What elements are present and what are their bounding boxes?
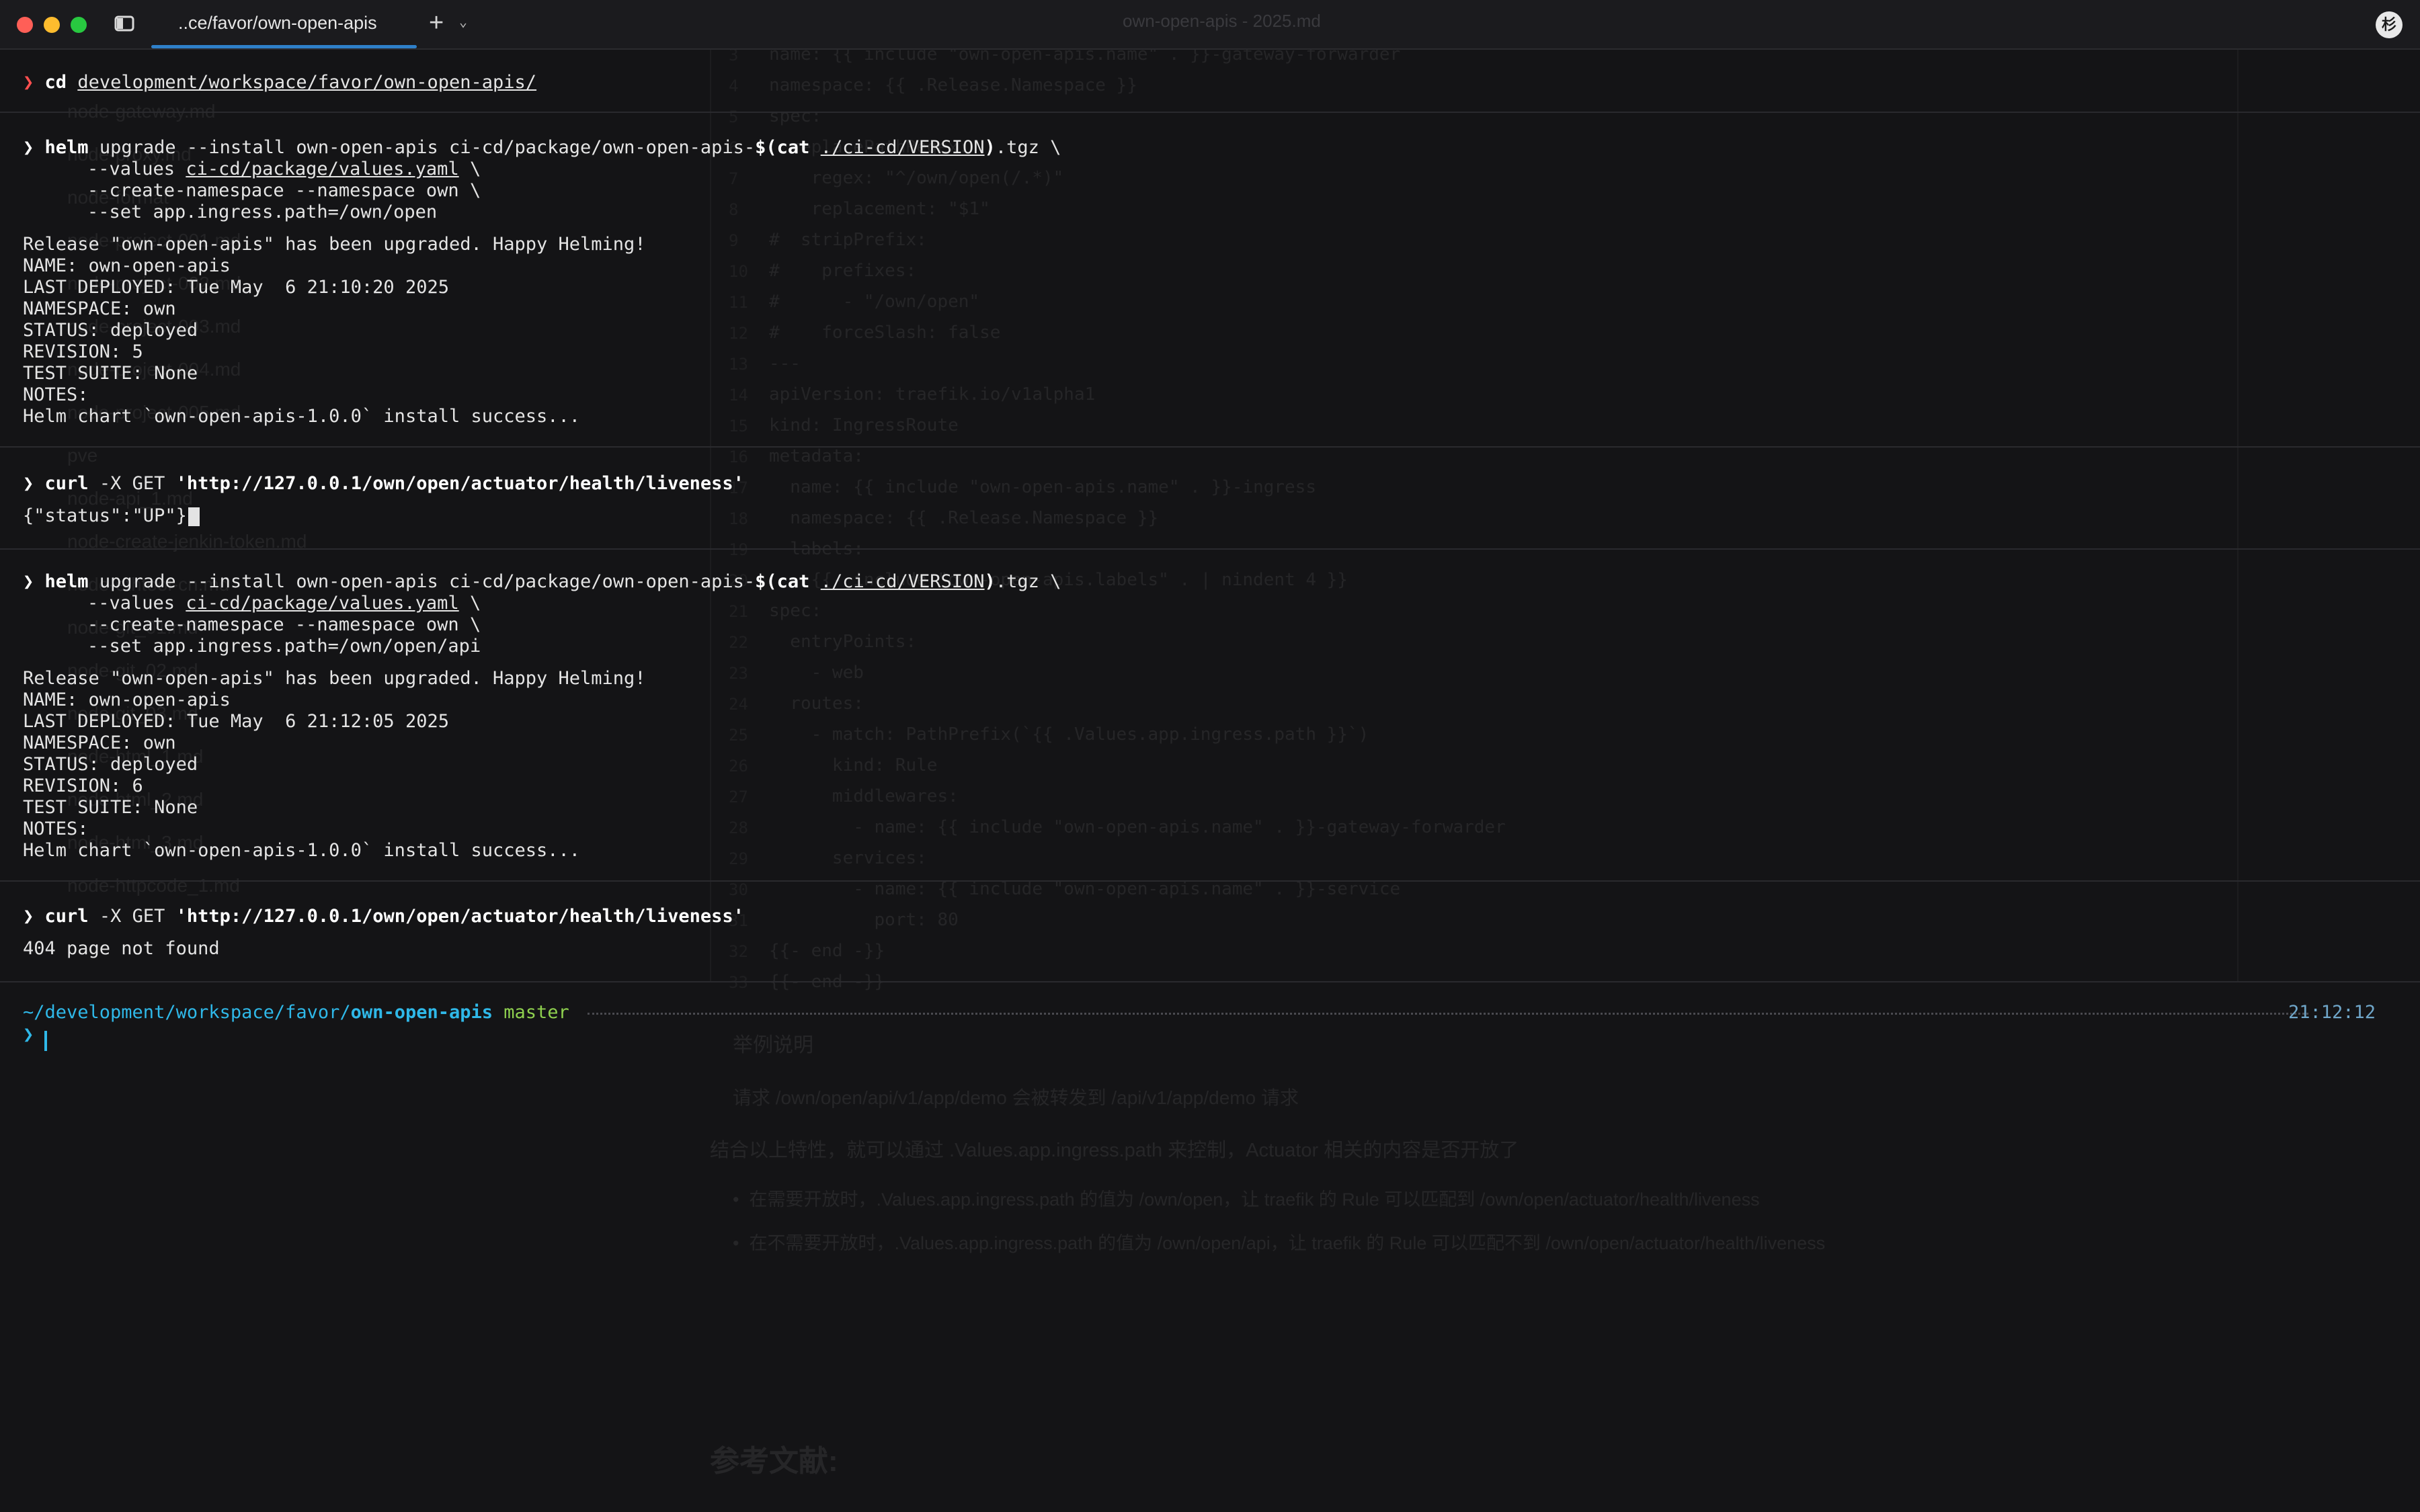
git-branch: master bbox=[503, 1002, 569, 1023]
command-name: cat bbox=[776, 571, 810, 592]
command-args: \ bbox=[458, 159, 481, 179]
cwd-repo: own-open-apis bbox=[350, 1002, 493, 1023]
output-line: Helm chart `own-open-apis-1.0.0` install… bbox=[23, 406, 581, 427]
command-path: development/workspace/favor/own-open-api… bbox=[77, 72, 537, 93]
prompt-symbol: ❯ bbox=[23, 72, 34, 93]
text-cursor bbox=[44, 1031, 47, 1051]
command-name: curl bbox=[44, 906, 89, 927]
block-separator bbox=[0, 112, 2420, 113]
prompt-symbol: ❯ bbox=[23, 1024, 34, 1045]
output-line: TEST SUITE: None bbox=[23, 363, 198, 384]
tab-active[interactable]: ..ce/favor/own-open-apis bbox=[151, 0, 417, 48]
output-line: NAME: own-open-apis bbox=[23, 255, 231, 276]
command-args: -X GET bbox=[88, 906, 176, 927]
output-line: TEST SUITE: None bbox=[23, 797, 198, 818]
command-args: \ bbox=[458, 593, 481, 614]
command-args: upgrade --install own-open-apis ci-cd/pa… bbox=[88, 137, 756, 158]
command-args: .tgz \ bbox=[995, 137, 1061, 158]
maximize-window-button[interactable] bbox=[71, 17, 87, 33]
tab-active-indicator bbox=[151, 45, 417, 48]
profile-avatar-icon[interactable]: 杉 bbox=[2376, 11, 2403, 38]
input-prompt-line[interactable]: ❯ bbox=[23, 1024, 34, 1046]
command-subst: $( bbox=[755, 137, 777, 158]
command-line: ❯ curl -X GET 'http://127.0.0.1/own/open… bbox=[23, 906, 744, 927]
output-line: REVISION: 6 bbox=[23, 775, 143, 796]
block-separator bbox=[0, 880, 2420, 882]
command-line: --create-namespace --namespace own \ bbox=[87, 614, 481, 635]
chevron-down-icon[interactable]: ⌄ bbox=[459, 13, 467, 30]
command-line: --set app.ingress.path=/own/open/api bbox=[87, 636, 481, 657]
command-args: .tgz \ bbox=[995, 571, 1061, 592]
output-text: {"status":"UP"} bbox=[23, 505, 187, 526]
prompt-status-line: ~/development/workspace/favor/own-open-a… bbox=[23, 1002, 2376, 1023]
prompt-symbol: ❯ bbox=[23, 137, 34, 158]
output-line: NAMESPACE: own bbox=[23, 298, 176, 319]
command-line: ❯ helm upgrade --install own-open-apis c… bbox=[23, 571, 1061, 593]
command-path: ci-cd/package/values.yaml bbox=[186, 593, 459, 614]
command-name: cd bbox=[44, 72, 67, 93]
command-name: helm bbox=[44, 137, 89, 158]
command-subst: ) bbox=[984, 137, 996, 158]
block-separator bbox=[0, 548, 2420, 550]
output-line: NAME: own-open-apis bbox=[23, 689, 231, 710]
status-line-filler bbox=[588, 1013, 2308, 1015]
terminal-output[interactable]: ❯ cd development/workspace/favor/own-ope… bbox=[0, 50, 2420, 1512]
output-line: LAST DEPLOYED: Tue May 6 21:10:20 2025 bbox=[23, 277, 449, 298]
background-window-title: own-open-apis - 2025.md bbox=[1123, 11, 1321, 31]
command-line: --create-namespace --namespace own \ bbox=[87, 180, 481, 201]
minimize-window-button[interactable] bbox=[44, 17, 60, 33]
output-line: NOTES: bbox=[23, 384, 89, 405]
command-subst: ) bbox=[984, 571, 996, 592]
cwd-path: ~/development/workspace/favor/ bbox=[23, 1002, 351, 1023]
command-name: cat bbox=[776, 137, 810, 158]
command-args: upgrade --install own-open-apis ci-cd/pa… bbox=[88, 571, 756, 592]
prompt-symbol: ❯ bbox=[23, 571, 34, 592]
prompt-time: 21:12:12 bbox=[2288, 1002, 2376, 1023]
command-line: --set app.ingress.path=/own/open bbox=[87, 202, 438, 222]
command-url: 'http://127.0.0.1/own/open/actuator/heal… bbox=[175, 473, 744, 494]
title-bar: ..ce/favor/own-open-apis + ⌄ own-open-ap… bbox=[0, 0, 2420, 50]
prompt-symbol: ❯ bbox=[23, 473, 34, 494]
command-line: --values ci-cd/package/values.yaml \ bbox=[87, 593, 481, 614]
command-line: ❯ curl -X GET 'http://127.0.0.1/own/open… bbox=[23, 473, 744, 495]
output-line: {"status":"UP"} bbox=[23, 505, 200, 527]
sidebar-toggle-icon[interactable] bbox=[114, 15, 134, 32]
output-line: NAMESPACE: own bbox=[23, 732, 176, 753]
command-args: --values bbox=[87, 593, 186, 614]
command-line: --values ci-cd/package/values.yaml \ bbox=[87, 159, 481, 180]
command-path: ./ci-cd/VERSION bbox=[820, 137, 985, 158]
command-name: curl bbox=[44, 473, 89, 494]
output-line: NOTES: bbox=[23, 818, 89, 839]
command-line: ❯ helm upgrade --install own-open-apis c… bbox=[23, 137, 1061, 159]
command-path: ./ci-cd/VERSION bbox=[820, 571, 985, 592]
output-line: LAST DEPLOYED: Tue May 6 21:12:05 2025 bbox=[23, 711, 449, 732]
output-line: REVISION: 5 bbox=[23, 341, 143, 362]
output-line: Release "own-open-apis" has been upgrade… bbox=[23, 668, 646, 689]
block-separator bbox=[0, 981, 2420, 982]
output-line: 404 page not found bbox=[23, 938, 220, 959]
command-args: --values bbox=[87, 159, 186, 179]
command-path: ci-cd/package/values.yaml bbox=[186, 159, 459, 179]
command-line: ❯ cd development/workspace/favor/own-ope… bbox=[23, 72, 536, 93]
output-line: Helm chart `own-open-apis-1.0.0` install… bbox=[23, 840, 581, 861]
new-tab-button[interactable]: + bbox=[429, 9, 444, 36]
no-newline-marker bbox=[188, 507, 200, 526]
output-line: Release "own-open-apis" has been upgrade… bbox=[23, 234, 646, 255]
prompt-symbol: ❯ bbox=[23, 906, 34, 927]
tab-title: ..ce/favor/own-open-apis bbox=[178, 13, 377, 33]
output-line: STATUS: deployed bbox=[23, 754, 198, 775]
command-url: 'http://127.0.0.1/own/open/actuator/heal… bbox=[175, 906, 744, 927]
command-name: helm bbox=[44, 571, 89, 592]
command-subst: $( bbox=[755, 571, 777, 592]
command-args: -X GET bbox=[88, 473, 176, 494]
output-line: STATUS: deployed bbox=[23, 320, 198, 341]
block-separator bbox=[0, 446, 2420, 448]
close-window-button[interactable] bbox=[17, 17, 33, 33]
